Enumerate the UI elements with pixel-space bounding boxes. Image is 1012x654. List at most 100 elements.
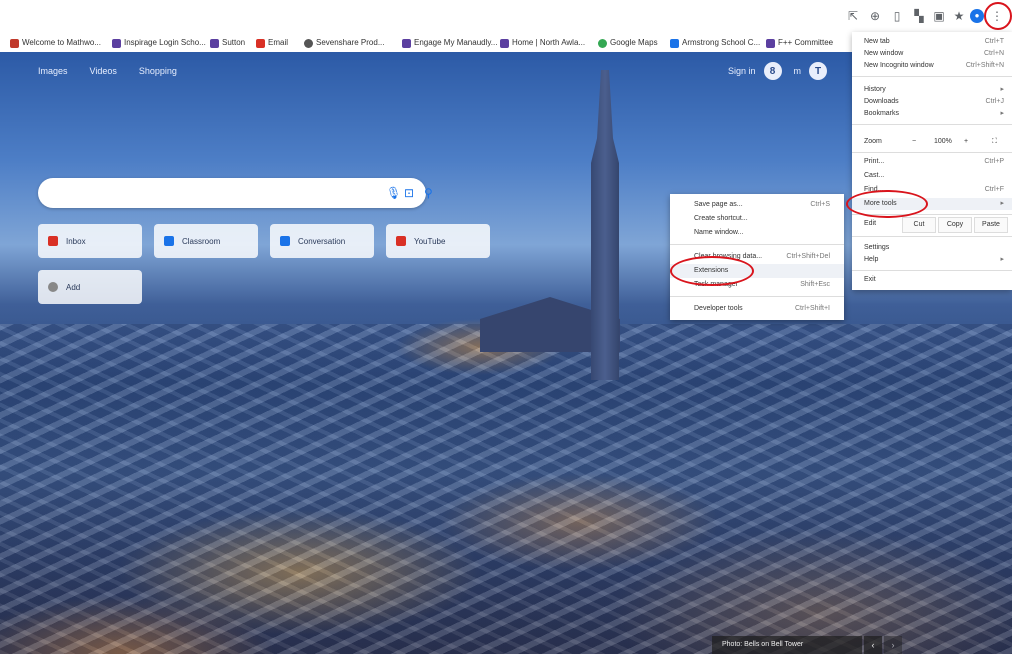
mic-icon[interactable]: 🎙 <box>386 186 401 200</box>
bookmark-item[interactable]: Engage My Manaudly... <box>402 37 497 49</box>
copy-button[interactable]: Copy <box>938 217 972 233</box>
bookmark-item[interactable]: Inspirage Login Scho... <box>112 37 206 49</box>
bookmark-favicon <box>112 38 121 48</box>
avatar[interactable]: 8 <box>763 62 782 80</box>
browser-toolbar: ⇱ ⊕ ▯ ▚ ▣ ★ ● ⋮ <box>0 0 1012 34</box>
classroom-icon <box>164 236 174 246</box>
zoom-value: 100% <box>934 138 952 145</box>
menu-separator <box>852 124 1012 125</box>
bookmark-label: Inspirage Login Scho... <box>124 38 206 47</box>
bookmark-label: Email <box>268 38 289 47</box>
search-input[interactable] <box>54 185 348 203</box>
photo-credit[interactable]: Photo: Bells on Bell Tower <box>712 636 862 654</box>
bookmark-item[interactable]: F++ Committee <box>766 37 833 49</box>
shopping-link[interactable]: Shopping <box>139 66 177 76</box>
youtube-icon <box>396 236 406 246</box>
chat-icon <box>280 236 290 246</box>
bookmark-favicon <box>598 38 607 48</box>
zoom-in-button[interactable]: + <box>964 136 968 148</box>
menu-separator <box>852 236 1012 237</box>
annotation-circle-menu <box>984 2 1012 30</box>
bookmark-item[interactable]: Armstrong School C... <box>670 37 760 49</box>
menu-item-new-window[interactable]: New window Ctrl+N <box>852 48 1012 60</box>
bookmark-label: Google Maps <box>610 38 658 47</box>
sign-in-link[interactable]: Sign in <box>728 66 756 76</box>
shortcut-label: Classroom <box>182 236 221 246</box>
bookmark-label: Sutton <box>222 38 246 47</box>
menu-separator <box>670 244 844 245</box>
menu-item-name-window[interactable]: Name window... <box>670 226 844 240</box>
profile-icon[interactable]: ● <box>970 9 984 23</box>
search-box[interactable]: 🎙 ⊡ ⚲ <box>38 178 433 208</box>
menu-item-history[interactable]: History ▸ <box>852 84 1012 96</box>
paste-button[interactable]: Paste <box>974 217 1008 233</box>
bookmark-item[interactable]: Welcome to Mathwo... <box>10 37 101 49</box>
bookmark-favicon <box>256 38 265 48</box>
shortcut-tile-youtube[interactable]: YouTube <box>386 224 490 258</box>
lock-icon[interactable]: ▣ <box>932 9 946 23</box>
bookmark-item[interactable]: Google Maps <box>598 37 658 49</box>
images-link[interactable]: Images <box>38 66 68 76</box>
media-icon[interactable]: ▚ <box>912 9 926 23</box>
add-icon <box>48 282 58 292</box>
menu-separator <box>852 76 1012 77</box>
videos-link[interactable]: Videos <box>90 66 117 76</box>
zoom-out-button[interactable]: − <box>912 136 916 148</box>
menu-item-help[interactable]: Help ▸ <box>852 254 1012 266</box>
bookmark-favicon <box>304 38 313 48</box>
city-rooftops <box>0 324 1012 654</box>
bookmark-favicon <box>10 38 19 48</box>
menu-item-downloads[interactable]: Downloads Ctrl+J <box>852 96 1012 108</box>
menu-item-create-shortcut[interactable]: Create shortcut... <box>670 212 844 226</box>
shortcut-tile-inbox[interactable]: Inbox <box>38 224 142 258</box>
menu-separator <box>852 152 1012 153</box>
shortcut-tile-classroom[interactable]: Classroom <box>154 224 258 258</box>
cut-button[interactable]: Cut <box>902 217 936 233</box>
bookmark-item[interactable]: Home | North Awla... <box>500 37 585 49</box>
menu-separator <box>852 270 1012 271</box>
apps-label[interactable]: m <box>794 66 802 76</box>
bookmark-label: Home | North Awla... <box>512 38 586 47</box>
edit-row: Edit Cut Copy Paste <box>852 217 1012 233</box>
menu-item-exit[interactable]: Exit <box>852 274 1012 286</box>
bookmark-item[interactable]: Sutton <box>210 37 245 49</box>
bookmark-item[interactable]: Email <box>256 37 288 49</box>
ntp-top-links: Images Videos Shopping <box>38 66 177 76</box>
menu-item-new-incognito[interactable]: New Incognito window Ctrl+Shift+N <box>852 60 1012 72</box>
bookmark-label: Sevenshare Prod... <box>316 38 385 47</box>
menu-item-bookmarks[interactable]: Bookmarks ▸ <box>852 108 1012 120</box>
search-icon[interactable]: ⚲ <box>424 186 433 200</box>
menu-item-settings[interactable]: Settings <box>852 242 1012 254</box>
menu-item-developer-tools[interactable]: Developer tools Ctrl+Shift+I <box>670 302 844 316</box>
edit-label: Edit <box>864 220 877 227</box>
bookmark-label: F++ Committee <box>778 38 834 47</box>
next-photo-button[interactable]: › <box>884 636 902 654</box>
shortcut-label: Inbox <box>66 236 86 246</box>
bookmark-favicon <box>766 38 775 48</box>
bing-button[interactable]: T <box>809 62 828 80</box>
ntp-account-area: Sign in 8 m T <box>728 62 828 80</box>
menu-item-print[interactable]: Print... Ctrl+P <box>852 156 1012 168</box>
mail-icon <box>48 236 58 246</box>
star-icon[interactable]: ★ <box>952 9 966 23</box>
share-icon[interactable]: ⇱ <box>846 9 860 23</box>
tab-icon[interactable]: ▯ <box>890 9 904 23</box>
zoom-row: Zoom − 100% + ⛶ <box>852 136 1012 148</box>
menu-item-new-tab[interactable]: New tab Ctrl+T <box>852 36 1012 48</box>
bookmark-favicon <box>210 38 219 48</box>
fullscreen-icon[interactable]: ⛶ <box>992 136 997 148</box>
menu-separator <box>670 296 844 297</box>
shortcut-label: Add <box>66 282 81 292</box>
bookmark-item[interactable]: Sevenshare Prod... <box>304 37 384 49</box>
bookmark-label: Engage My Manaudly... <box>414 38 498 47</box>
shortcut-tile-add[interactable]: Add <box>38 270 142 304</box>
shortcut-label: Conversation <box>298 236 346 246</box>
lens-icon[interactable]: ⊡ <box>404 186 414 200</box>
previous-photo-button[interactable]: ‹ <box>864 636 882 654</box>
bookmark-label: Welcome to Mathwo... <box>22 38 101 47</box>
menu-item-cast[interactable]: Cast... <box>852 170 1012 182</box>
shortcut-tile-conversation[interactable]: Conversation <box>270 224 374 258</box>
menu-item-save-page[interactable]: Save page as... Ctrl+S <box>670 198 844 212</box>
zoom-icon[interactable]: ⊕ <box>868 9 882 23</box>
bookmark-favicon <box>402 38 411 48</box>
